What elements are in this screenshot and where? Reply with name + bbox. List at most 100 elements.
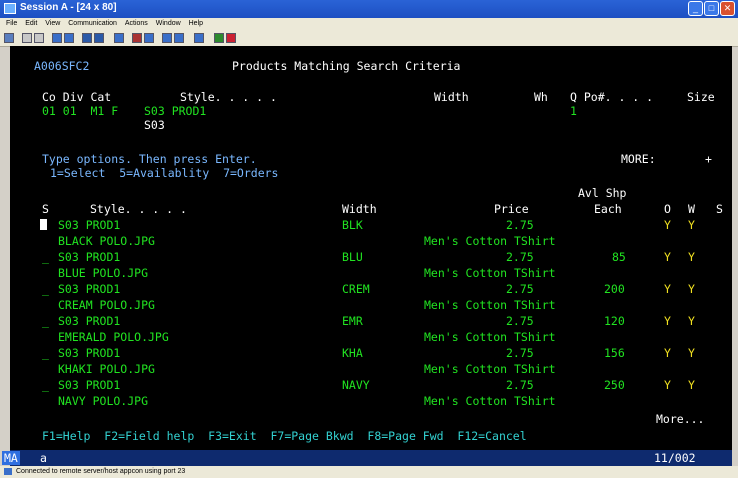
row-w: Y [688, 346, 695, 360]
copy-icon[interactable] [22, 33, 32, 43]
close-icon[interactable]: ✕ [720, 1, 735, 16]
label-width: Width [434, 90, 469, 104]
label-style: Style. . . . . [180, 90, 277, 104]
menu-actions[interactable]: Actions [125, 18, 148, 30]
row-style: S03 PROD1 [58, 282, 121, 296]
cursor-position: 11/002 [654, 451, 696, 465]
send-icon[interactable] [52, 33, 62, 43]
row-w: Y [688, 378, 695, 392]
row-width: CREM [342, 282, 370, 296]
row-select-field[interactable]: _ [42, 250, 49, 264]
row-select-field[interactable]: _ [42, 282, 49, 296]
menu-window[interactable]: Window [156, 18, 181, 30]
row-image: KHAKI POLO.JPG [58, 362, 155, 376]
row-width: EMR [342, 314, 363, 328]
row-o: Y [664, 218, 671, 232]
row-image: NAVY POLO.JPG [58, 394, 149, 408]
edit-icon[interactable] [174, 33, 184, 43]
row-style: S03 PROD1 [58, 346, 121, 360]
row-desc: Men's Cotton TShirt [424, 394, 556, 408]
oia-a: a [40, 451, 47, 465]
cursor [40, 219, 47, 230]
label-wh: Wh [534, 90, 548, 104]
row-select-field[interactable]: _ [42, 378, 49, 392]
row-price: 2.75 [506, 378, 534, 392]
row-each: 85 [612, 250, 626, 264]
oia-ma: MA [2, 451, 20, 465]
row-desc: Men's Cotton TShirt [424, 298, 556, 312]
keyboard-icon[interactable] [94, 33, 104, 43]
row-desc: Men's Cotton TShirt [424, 330, 556, 344]
more-marker: + [705, 152, 712, 166]
menu-edit[interactable]: Edit [25, 18, 37, 30]
menu-file[interactable]: File [6, 18, 17, 30]
col-width: Width [342, 202, 377, 216]
col-avl-shp: Avl Shp [578, 186, 627, 200]
col-s: S [42, 202, 49, 216]
row-w: Y [688, 218, 695, 232]
row-o: Y [664, 346, 671, 360]
row-select-field[interactable]: _ [42, 346, 49, 360]
maximize-icon[interactable]: □ [704, 1, 719, 16]
col-price: Price [494, 202, 529, 216]
help-icon[interactable] [226, 33, 236, 43]
value-style: S03 PROD1 [144, 104, 207, 118]
menu-bar: File Edit View Communication Actions Win… [0, 18, 738, 30]
receive-icon[interactable] [64, 33, 74, 43]
label-q-po: Q Po#. . . . [570, 90, 654, 104]
menu-communication[interactable]: Communication [68, 18, 117, 30]
menu-view[interactable]: View [45, 18, 60, 30]
row-style: S03 PROD1 [58, 314, 121, 328]
row-each: 200 [604, 282, 625, 296]
play-icon[interactable] [144, 33, 154, 43]
minimize-icon[interactable]: _ [688, 1, 703, 16]
row-each: 250 [604, 378, 625, 392]
row-width: BLK [342, 218, 363, 232]
row-desc: Men's Cotton TShirt [424, 362, 556, 376]
toolbar [0, 30, 738, 47]
screen-id: A006SFC2 [34, 59, 90, 73]
col-style: Style. . . . . [90, 202, 187, 216]
row-price: 2.75 [506, 250, 534, 264]
window-title: Session A - [24 x 80] [20, 2, 117, 13]
label-size: Size [687, 90, 715, 104]
row-width: NAVY [342, 378, 370, 392]
print-icon[interactable] [4, 33, 14, 43]
support-icon[interactable] [194, 33, 204, 43]
macro-icon[interactable] [114, 33, 124, 43]
record-icon[interactable] [132, 33, 142, 43]
terminal-screen[interactable]: A006SFC2 Products Matching Search Criter… [10, 46, 732, 450]
stop-icon[interactable] [162, 33, 172, 43]
row-select-field[interactable]: _ [42, 314, 49, 328]
instructions: Type options. Then press Enter. [42, 152, 257, 166]
function-keys[interactable]: F1=Help F2=Field help F3=Exit F7=Page Bk… [42, 429, 527, 443]
row-o: Y [664, 314, 671, 328]
row-w: Y [688, 282, 695, 296]
value-q: 1 [570, 104, 577, 118]
row-price: 2.75 [506, 314, 534, 328]
col-o: O [664, 202, 671, 216]
emulator-window: Session A - [24 x 80] _ □ ✕ File Edit Vi… [0, 0, 738, 478]
row-w: Y [688, 314, 695, 328]
session-icon [4, 3, 16, 14]
title-bar: Session A - [24 x 80] _ □ ✕ [0, 0, 738, 18]
row-width: BLU [342, 250, 363, 264]
paste-icon[interactable] [34, 33, 44, 43]
label-co-div-cat: Co Div Cat [42, 90, 112, 104]
col-s2: S [716, 202, 723, 216]
row-price: 2.75 [506, 282, 534, 296]
value-co-div-cat: 01 01 M1 F [42, 104, 119, 118]
row-width: KHA [342, 346, 363, 360]
row-image: BLUE POLO.JPG [58, 266, 149, 280]
menu-help[interactable]: Help [189, 18, 203, 30]
row-o: Y [664, 250, 671, 264]
col-each: Each [594, 202, 622, 216]
value-style-2: S03 [144, 118, 165, 132]
palette-icon[interactable] [214, 33, 224, 43]
row-each: 156 [604, 346, 625, 360]
row-w: Y [688, 250, 695, 264]
row-price: 2.75 [506, 346, 534, 360]
status-bar: Connected to remote server/host appcon u… [0, 466, 738, 478]
row-each: 120 [604, 314, 625, 328]
display-icon[interactable] [82, 33, 92, 43]
